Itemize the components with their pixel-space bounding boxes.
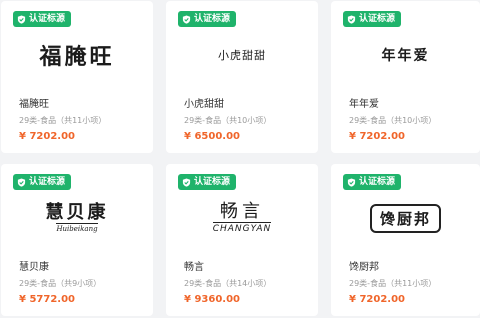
badge-label: 认证标源	[359, 177, 396, 187]
trademark-card[interactable]: 认证标源 福腌旺 福腌旺 29类-食品（共11小项） ¥ 7202.00	[1, 1, 153, 153]
brand-name[interactable]: 小虎甜甜	[184, 95, 224, 110]
shield-check-icon	[347, 177, 356, 187]
logo-subtext: CHANGYAN	[212, 222, 272, 234]
trademark-card[interactable]: 认证标源 畅言 CHANGYAN 畅言 29类-食品（共14小项） ¥ 9360…	[166, 164, 318, 316]
badge-label: 认证标源	[29, 14, 66, 24]
category-info: 29类-食品（共10小项）	[349, 116, 437, 125]
price: ¥ 5772.00	[19, 294, 75, 305]
trademark-card[interactable]: 认证标源 小虎甜甜 小虎甜甜 29类-食品（共10小项） ¥ 6500.00	[166, 1, 318, 153]
brand-logo: 年年爱	[331, 35, 480, 75]
logo-text: 福腌旺	[39, 44, 115, 70]
category-info: 29类-食品（共11小项）	[19, 116, 107, 125]
brand-name[interactable]: 馋厨邦	[349, 258, 379, 273]
badge-label: 认证标源	[194, 177, 231, 187]
logo-text: 慧贝康	[45, 202, 109, 223]
shield-check-icon	[182, 14, 191, 24]
category-info: 29类-食品（共9小项）	[19, 279, 102, 288]
shield-check-icon	[347, 14, 356, 24]
price: ¥ 7202.00	[349, 294, 405, 305]
logo-text: 馋厨邦	[369, 203, 441, 233]
shield-check-icon	[17, 177, 26, 187]
logo-subtext: Huibeikang	[56, 223, 98, 233]
category-info: 29类-食品（共10小项）	[184, 116, 272, 125]
certified-badge: 认证标源	[13, 174, 72, 190]
category-info: 29类-食品（共14小项）	[184, 279, 272, 288]
category-info: 29类-食品（共11小项）	[349, 279, 437, 288]
brand-logo: 慧贝康 Huibeikang	[1, 198, 153, 238]
trademark-card[interactable]: 认证标源 馋厨邦 馋厨邦 29类-食品（共11小项） ¥ 7202.00	[331, 164, 480, 316]
trademark-card[interactable]: 认证标源 慧贝康 Huibeikang 慧贝康 29类-食品（共9小项） ¥ 5…	[1, 164, 153, 316]
brand-logo: 畅言 CHANGYAN	[166, 198, 318, 238]
brand-name[interactable]: 年年爱	[349, 95, 379, 110]
certified-badge: 认证标源	[178, 174, 237, 190]
certified-badge: 认证标源	[178, 11, 237, 27]
price: ¥ 7202.00	[19, 131, 75, 142]
logo-text: 年年爱	[381, 48, 430, 64]
badge-label: 认证标源	[359, 14, 396, 24]
shield-check-icon	[182, 177, 191, 187]
logo-text: 畅言	[219, 201, 264, 222]
brand-logo: 福腌旺	[1, 35, 153, 75]
certified-badge: 认证标源	[343, 174, 402, 190]
badge-label: 认证标源	[194, 14, 231, 24]
price: ¥ 6500.00	[184, 131, 240, 142]
brand-name[interactable]: 慧贝康	[19, 258, 49, 273]
trademark-grid: 认证标源 福腌旺 福腌旺 29类-食品（共11小项） ¥ 7202.00 认证标…	[0, 0, 480, 318]
logo-text: 小虎甜甜	[218, 49, 266, 62]
brand-name[interactable]: 福腌旺	[19, 95, 49, 110]
brand-logo: 馋厨邦	[331, 198, 480, 238]
price: ¥ 7202.00	[349, 131, 405, 142]
shield-check-icon	[17, 14, 26, 24]
trademark-card[interactable]: 认证标源 年年爱 年年爱 29类-食品（共10小项） ¥ 7202.00	[331, 1, 480, 153]
certified-badge: 认证标源	[343, 11, 402, 27]
certified-badge: 认证标源	[13, 11, 72, 27]
brand-logo: 小虎甜甜	[166, 35, 318, 75]
price: ¥ 9360.00	[184, 294, 240, 305]
badge-label: 认证标源	[29, 177, 66, 187]
brand-name[interactable]: 畅言	[184, 258, 204, 273]
